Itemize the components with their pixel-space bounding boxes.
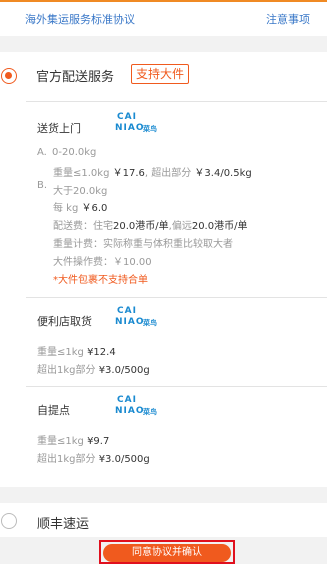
sf-radio[interactable] (1, 513, 17, 529)
agreement-link[interactable]: 海外集运服务标准协议 (25, 11, 135, 27)
tier-b-label: B. (37, 180, 48, 191)
self-pickup-title: 自提点 (37, 404, 70, 417)
cainiao-logo: CAI NIAO 菜鸟 (115, 306, 157, 327)
merge-warning: *大件包裹不支持合单 (53, 275, 148, 286)
store-pickup-extra-price: 超出1kg部分 ¥3.0/500g (37, 365, 150, 376)
sf-title: 顺丰速运 (37, 517, 90, 532)
store-pickup-base-price: 重量≤1kg ¥12.4 (37, 347, 116, 358)
official-title: 官方配送服务 (36, 70, 115, 85)
tier-b-delivery-fee: 配送费：住宅20.0港币/单,偏远20.0港币/单 (53, 221, 248, 232)
self-pickup-extra-price: 超出1kg部分 ¥3.0/500g (37, 454, 150, 465)
agree-confirm-button[interactable]: 同意协议并确认 (103, 544, 231, 562)
tier-b-handling-fee: 大件操作费：￥10.00 (53, 257, 152, 268)
page: 海外集运服务标准协议 注意事项 官方配送服务 支持大件 送货上门 CAI NIA… (0, 0, 327, 564)
large-item-badge: 支持大件 (131, 64, 190, 84)
store-pickup-section: 便利店取货 CAI NIAO 菜鸟 重量≤1kg ¥12.4 超出1kg部分 ¥… (26, 298, 326, 386)
tier-b-range: 大于20.0kg (53, 186, 108, 197)
store-pickup-title: 便利店取货 (37, 315, 92, 328)
cainiao-logo: CAI NIAO 菜鸟 (115, 395, 157, 416)
confirm-highlight-box: 同意协议并确认 (99, 540, 235, 564)
self-pickup-section: 自提点 CAI NIAO 菜鸟 重量≤1kg ¥9.7 超出1kg部分 ¥3.0… (26, 387, 326, 479)
official-radio[interactable] (1, 68, 17, 84)
tier-a-label: A. (37, 147, 47, 158)
notice-link[interactable]: 注意事项 (266, 11, 310, 27)
tier-b-per-kg: 每 kg ￥6.0 (53, 203, 108, 214)
cainiao-logo: CAI NIAO 菜鸟 (115, 112, 157, 133)
option-official-card: 官方配送服务 支持大件 送货上门 CAI NIAO 菜鸟 A. 0-20.0kg… (0, 52, 327, 487)
top-bar: 海外集运服务标准协议 注意事项 (0, 0, 327, 36)
tier-b-weight-rule: 重量计费：实际称重与体积重比较取大者 (53, 239, 233, 250)
door-delivery-title: 送货上门 (37, 122, 81, 135)
self-pickup-base-price: 重量≤1kg ¥9.7 (37, 436, 110, 447)
tier-a-price: 重量≤1.0kg ￥17.6, 超出部分 ￥3.4/0.5kg (53, 168, 252, 179)
option-sf-card[interactable]: 顺丰速运 (0, 503, 327, 537)
tier-a-range: 0-20.0kg (52, 147, 97, 158)
door-delivery-section: 送货上门 CAI NIAO 菜鸟 A. 0-20.0kg 重量≤1.0kg ￥1… (26, 102, 326, 297)
